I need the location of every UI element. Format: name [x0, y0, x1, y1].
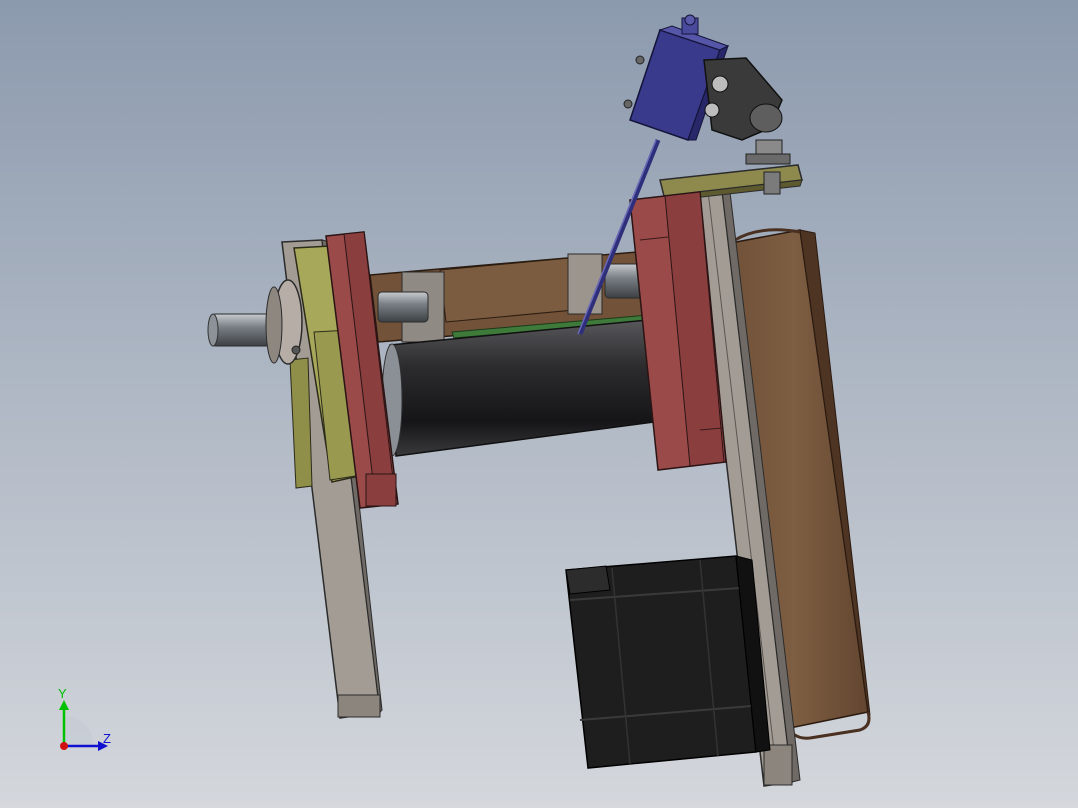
y-axis-label: Y: [58, 686, 67, 701]
x-axis-origin-icon: [60, 742, 68, 750]
stepper-motor[interactable]: [565, 555, 771, 769]
z-axis-label: Z: [103, 731, 111, 746]
shaft-collar[interactable]: [265, 279, 303, 365]
assembly-scene: Y Z: [0, 0, 1078, 808]
cad-viewport[interactable]: Y Z: [0, 0, 1078, 808]
